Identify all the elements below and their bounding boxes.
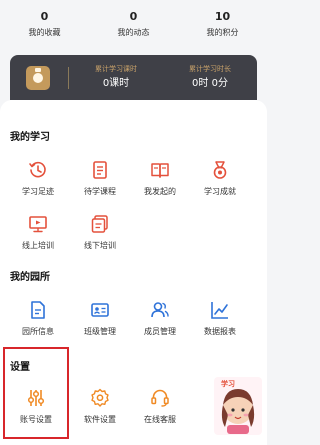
stat-value: 0 xyxy=(129,10,138,23)
stats-bar: 0 我的收藏 0 我的动态 10 我的积分 xyxy=(0,0,267,52)
menu-item-label: 待学课程 xyxy=(84,187,116,196)
trend-chart-icon xyxy=(211,302,228,319)
highlight-box xyxy=(3,347,69,439)
menu-item-label: 学习成就 xyxy=(204,187,236,196)
menu-item-label: 线上培训 xyxy=(22,241,54,250)
mascot-illustration: 学习 xyxy=(214,377,262,435)
menu-item-label: 园所信息 xyxy=(22,327,54,336)
document-icon xyxy=(31,301,45,319)
menu-item-offline-training[interactable]: 线下培训 xyxy=(70,214,130,251)
stat-posts[interactable]: 0 我的动态 xyxy=(94,10,174,40)
stat-points[interactable]: 10 我的积分 xyxy=(183,10,263,40)
stat-value: 10 xyxy=(214,10,231,23)
menu-item-label: 软件设置 xyxy=(84,415,116,424)
medal-icon xyxy=(213,161,227,179)
study-hours: 累计学习课时 0课时 xyxy=(69,64,163,91)
menu-item-online-support[interactable]: 在线客服 xyxy=(130,388,190,425)
stat-value: 0 xyxy=(40,10,49,23)
badge-icon xyxy=(26,65,50,90)
study-duration: 累计学习时长 0时 0分 xyxy=(163,64,257,91)
course-list-icon xyxy=(93,161,107,179)
menu-item-label: 学习足迹 xyxy=(22,187,54,196)
mascot-caption: 学习 xyxy=(221,379,235,388)
offline-training-icon xyxy=(91,215,108,233)
menu-item-study-history[interactable]: 学习足迹 xyxy=(8,160,68,197)
study-duration-label: 累计学习时长 xyxy=(189,65,231,73)
online-training-icon xyxy=(29,216,47,233)
section-title-my-study: 我的学习 xyxy=(10,132,50,143)
open-book-icon xyxy=(151,163,169,178)
stat-label: 我的动态 xyxy=(117,28,150,37)
menu-item-data-report[interactable]: 数据报表 xyxy=(190,300,250,337)
section-title-my-school: 我的园所 xyxy=(10,272,50,283)
mascot-floating-button[interactable]: 学习 xyxy=(213,375,263,437)
menu-item-initiated[interactable]: 我发起的 xyxy=(130,160,190,197)
id-card-icon xyxy=(91,303,109,317)
menu-item-software-settings[interactable]: 软件设置 xyxy=(70,388,130,425)
menu-item-label: 成员管理 xyxy=(144,327,176,336)
menu-item-label: 数据报表 xyxy=(204,327,236,336)
menu-item-label: 班级管理 xyxy=(84,327,116,336)
stat-label: 我的积分 xyxy=(206,28,239,37)
headset-icon xyxy=(151,389,169,407)
members-icon xyxy=(151,302,169,318)
history-icon xyxy=(29,161,46,178)
study-summary-card[interactable]: 累计学习课时 0课时 累计学习时长 0时 0分 xyxy=(10,55,257,100)
gear-icon xyxy=(91,388,109,407)
menu-item-label: 在线客服 xyxy=(144,415,176,424)
menu-item-label: 线下培训 xyxy=(84,241,116,250)
menu-item-member-management[interactable]: 成员管理 xyxy=(130,300,190,337)
stat-label: 我的收藏 xyxy=(28,28,61,37)
menu-item-online-training[interactable]: 线上培训 xyxy=(8,214,68,251)
study-duration-value: 0时 0分 xyxy=(192,78,228,89)
study-hours-value: 0课时 xyxy=(102,78,130,89)
menu-item-class-management[interactable]: 班级管理 xyxy=(70,300,130,337)
menu-item-school-info[interactable]: 园所信息 xyxy=(8,300,68,337)
menu-item-achievements[interactable]: 学习成就 xyxy=(190,160,250,197)
study-hours-label: 累计学习课时 xyxy=(95,65,137,73)
menu-item-label: 我发起的 xyxy=(144,187,176,196)
menu-item-pending-courses[interactable]: 待学课程 xyxy=(70,160,130,197)
stat-favorites[interactable]: 0 我的收藏 xyxy=(5,10,85,40)
